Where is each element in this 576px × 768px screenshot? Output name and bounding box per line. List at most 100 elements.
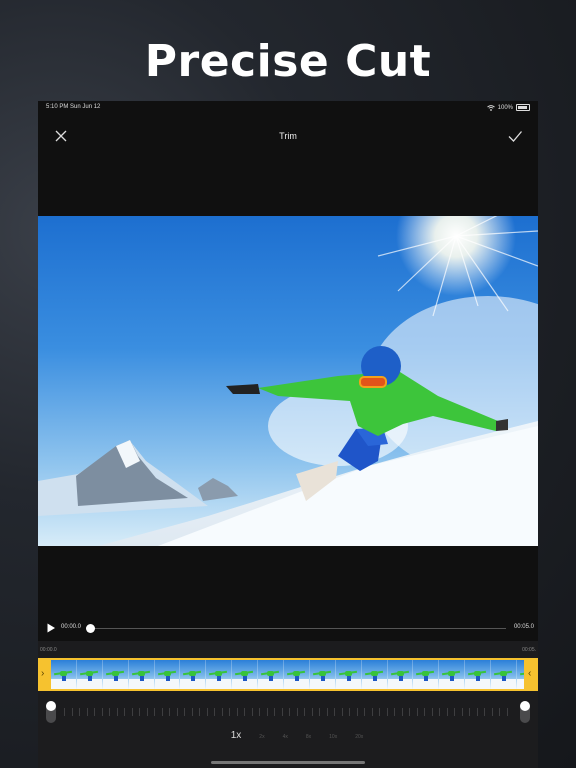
- ruler-tick: [86, 708, 88, 716]
- ruler-tick: [506, 708, 508, 716]
- ruler-tick: [349, 708, 350, 716]
- ruler-tick: [401, 708, 403, 716]
- ruler-tick: [109, 708, 110, 716]
- filmstrip-frame: [258, 660, 285, 689]
- ruler-tick: [311, 708, 313, 716]
- filmstrip-frame: [51, 660, 77, 689]
- ruler-tick: [169, 708, 170, 716]
- ruler-tick: [371, 708, 373, 716]
- ruler-tick: [296, 708, 298, 716]
- ruler-tick: [71, 708, 73, 716]
- ruler-tick: [236, 708, 238, 716]
- filmstrip-frame: [387, 660, 414, 689]
- speed-option-8x[interactable]: 8x: [306, 734, 311, 740]
- filmstrip-frame: [102, 660, 129, 689]
- ruler-tick: [154, 708, 155, 716]
- home-indicator: [211, 761, 365, 764]
- ruler-tick: [416, 708, 418, 716]
- ruler-tick: [476, 708, 478, 716]
- speed-option-1x[interactable]: 1x: [231, 730, 242, 741]
- ruler-tick: [319, 708, 320, 716]
- ruler-tick: [491, 708, 493, 716]
- chevron-right-icon: ›: [41, 668, 45, 679]
- ruler-tick: [499, 708, 500, 716]
- battery-percent: 100%: [497, 104, 513, 111]
- fine-tune-ruler[interactable]: [56, 706, 520, 718]
- app-screen: 5:10 PM Sun Jun 12 100% Trim 00:00.0 00:…: [38, 101, 538, 768]
- speed-option-10x[interactable]: 10x: [329, 734, 337, 740]
- filmstrip-frame: [335, 660, 362, 689]
- ruler-tick: [326, 708, 328, 716]
- timeline-end-label: 00:05.: [522, 647, 536, 653]
- promo-headline: Precise Cut: [144, 36, 432, 87]
- filmstrip-frame: [491, 660, 518, 689]
- filmstrip-frame: [413, 660, 440, 689]
- filmstrip-frame: [232, 660, 259, 689]
- ruler-tick: [161, 708, 163, 716]
- checkmark-icon[interactable]: [506, 127, 524, 145]
- ruler-tick: [184, 708, 185, 716]
- battery-icon: [516, 104, 530, 111]
- ruler-tick: [364, 708, 365, 716]
- screen-title: Trim: [279, 131, 297, 141]
- ruler-tick: [251, 708, 253, 716]
- ruler-tick: [484, 708, 485, 716]
- filmstrip-frame: [76, 660, 103, 689]
- filmstrip-frame: [128, 660, 155, 689]
- filmstrip-frame: [439, 660, 466, 689]
- filmstrip-frame: [154, 660, 181, 689]
- wifi-icon: [486, 104, 495, 111]
- ruler-tick: [386, 708, 388, 716]
- range-knob-left[interactable]: [46, 701, 56, 723]
- chevron-left-icon: ‹: [528, 668, 532, 679]
- ruler-tick: [409, 708, 410, 716]
- video-preview[interactable]: [38, 216, 538, 546]
- end-time: 00:05.0: [513, 624, 534, 630]
- current-time: 00:00.0: [61, 624, 82, 630]
- ruler-tick: [191, 708, 193, 716]
- status-bar: 5:10 PM Sun Jun 12 100%: [38, 101, 538, 115]
- ruler-tick: [259, 708, 260, 716]
- trim-handle-left[interactable]: ›: [38, 658, 51, 691]
- filmstrip-frame: [284, 660, 310, 689]
- trim-editor: 00:00.0 00:05. › ‹ 1x 2x 4x 8x 10x 20x: [38, 641, 538, 768]
- ruler-tick: [289, 708, 290, 716]
- ruler-tick: [64, 708, 65, 716]
- ruler-tick: [199, 708, 200, 716]
- status-indicators: 100%: [486, 104, 530, 111]
- ruler-tick: [281, 708, 283, 716]
- filmstrip-frames: [51, 660, 524, 689]
- filmstrip[interactable]: › ‹: [38, 658, 538, 691]
- ruler-tick: [229, 708, 230, 716]
- ruler-tick: [379, 708, 380, 716]
- ruler-tick: [341, 708, 343, 716]
- filmstrip-frame: [465, 660, 492, 689]
- ruler-tick: [266, 708, 268, 716]
- ruler-tick: [469, 708, 470, 716]
- ruler-tick: [139, 708, 140, 716]
- progress-track[interactable]: [90, 628, 506, 629]
- trim-handle-right[interactable]: ‹: [525, 658, 538, 691]
- status-time: 5:10 PM Sun Jun 12: [46, 104, 101, 110]
- top-toolbar: Trim: [38, 121, 538, 151]
- ruler-tick: [356, 708, 358, 716]
- filmstrip-frame: [180, 660, 207, 689]
- speed-option-20x[interactable]: 20x: [355, 734, 363, 740]
- ruler-tick: [131, 708, 133, 716]
- ruler-tick: [101, 708, 103, 716]
- ruler-tick: [214, 708, 215, 716]
- progress-scrubber[interactable]: [86, 624, 95, 633]
- snowboarder-photo: [38, 216, 538, 546]
- ruler-tick: [439, 708, 440, 716]
- ruler-tick: [394, 708, 395, 716]
- ruler-tick: [79, 708, 80, 716]
- speed-option-4x[interactable]: 4x: [283, 734, 288, 740]
- ruler-tick: [116, 708, 118, 716]
- range-knob-right[interactable]: [520, 701, 530, 723]
- ruler-tick: [454, 708, 455, 716]
- ruler-tick: [244, 708, 245, 716]
- speed-option-2x[interactable]: 2x: [259, 734, 264, 740]
- ruler-tick: [424, 708, 425, 716]
- play-icon[interactable]: [46, 623, 56, 633]
- timeline-start-label: 00:00.0: [40, 647, 57, 653]
